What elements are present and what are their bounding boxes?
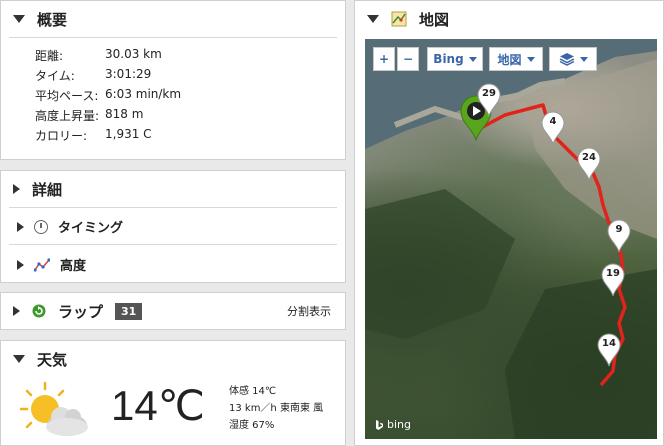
elevation-row[interactable]: 高度 xyxy=(17,255,86,274)
map-type-label: 地図 xyxy=(497,52,522,67)
elevation-gain-label: 高度上昇量: xyxy=(35,109,100,123)
divider xyxy=(9,207,337,208)
summary-row-calories: カロリー: 1,931 C xyxy=(35,127,152,144)
forest-area xyxy=(365,189,515,339)
laps-refresh-icon xyxy=(32,304,46,318)
km-marker-label: 14 xyxy=(602,338,616,349)
weather-details: 体感 14℃ 13 km／h 東南東 風 湿度 67% xyxy=(229,383,323,434)
zoom-out-button[interactable]: − xyxy=(397,47,419,71)
summary-row-elevation: 高度上昇量: 818 m xyxy=(35,107,143,124)
feels-like-text: 体感 14℃ xyxy=(229,386,277,397)
summary-row-pace: 平均ペース: 6:03 min/km xyxy=(35,87,181,104)
map-type-dropdown[interactable]: 地図 xyxy=(489,47,543,71)
km-marker-label: 4 xyxy=(549,116,557,127)
expand-triangle-icon[interactable] xyxy=(17,221,24,232)
km-marker[interactable]: 14 xyxy=(597,333,621,371)
details-panel: 詳細 タイミング 高度 xyxy=(0,170,346,283)
humidity-text: 湿度 67% xyxy=(229,420,275,431)
summary-title: 概要 xyxy=(37,10,68,29)
expand-triangle-icon[interactable] xyxy=(13,306,20,316)
timing-row[interactable]: タイミング xyxy=(17,217,123,236)
lap-count-badge: 31 xyxy=(115,302,143,320)
elevation-chart-icon xyxy=(34,257,50,272)
distance-value: 30.03 km xyxy=(105,47,162,61)
wind-text: 13 km／h 東南東 風 xyxy=(229,403,324,414)
details-title: 詳細 xyxy=(32,180,63,199)
laps-title: ラップ xyxy=(58,302,104,321)
km-marker-label: 29 xyxy=(482,88,496,99)
collapse-triangle-icon[interactable] xyxy=(13,355,25,363)
map-icon xyxy=(391,11,407,27)
map-provider-label: Bing xyxy=(433,52,464,66)
collapse-triangle-icon[interactable] xyxy=(367,15,379,23)
map-panel: 地図 + − Bing 地図 29 4 24 9 19 14 bing xyxy=(354,0,664,446)
temperature-value: 14℃ xyxy=(111,382,205,429)
zoom-in-button[interactable]: + xyxy=(373,47,395,71)
time-label: タイム: xyxy=(35,69,75,83)
km-marker[interactable]: 4 xyxy=(541,111,565,149)
km-marker[interactable]: 29 xyxy=(477,83,501,121)
km-marker[interactable]: 19 xyxy=(601,263,625,301)
distance-label: 距離: xyxy=(35,49,64,63)
weather-panel: 天気 14℃ 体感 14℃ 13 km／h 東南東 風 湿度 67% xyxy=(0,340,346,446)
weather-title: 天気 xyxy=(37,350,68,369)
summary-row-time: タイム: 3:01:29 xyxy=(35,67,151,84)
partly-cloudy-icon xyxy=(19,381,88,436)
bing-logo-icon xyxy=(376,419,383,430)
timing-label: タイミング xyxy=(58,221,124,236)
laps-header[interactable]: ラップ 31 xyxy=(1,293,143,329)
bing-attribution: bing xyxy=(375,418,411,431)
time-value: 3:01:29 xyxy=(105,67,152,81)
pace-label: 平均ペース: xyxy=(35,89,99,103)
chevron-down-icon xyxy=(468,56,477,62)
chevron-down-icon xyxy=(526,56,535,62)
layers-dropdown[interactable] xyxy=(549,47,597,71)
map-header[interactable]: 地図 xyxy=(355,1,663,37)
pace-value: 6:03 min/km xyxy=(105,87,182,101)
elevation-label: 高度 xyxy=(60,259,87,274)
km-marker-label: 24 xyxy=(582,152,596,163)
km-marker[interactable]: 9 xyxy=(607,219,631,257)
elevation-gain-value: 818 m xyxy=(105,107,144,121)
split-view-link[interactable]: 分割表示 xyxy=(287,303,331,319)
expand-triangle-icon[interactable] xyxy=(13,184,20,194)
collapse-triangle-icon[interactable] xyxy=(13,15,25,23)
map-title: 地図 xyxy=(419,10,450,29)
km-marker-label: 9 xyxy=(615,224,623,235)
summary-row-distance: 距離: 30.03 km xyxy=(35,47,162,64)
attribution-text: bing xyxy=(387,418,411,431)
clock-icon xyxy=(34,219,48,234)
calories-label: カロリー: xyxy=(35,129,88,143)
details-header[interactable]: 詳細 xyxy=(1,171,345,207)
calories-value: 1,931 C xyxy=(105,127,152,141)
divider xyxy=(9,244,337,245)
summary-header[interactable]: 概要 xyxy=(1,1,345,37)
map-provider-dropdown[interactable]: Bing xyxy=(427,47,483,71)
km-marker[interactable]: 24 xyxy=(577,147,601,185)
map-view[interactable]: + − Bing 地図 29 4 24 9 19 14 bing xyxy=(365,39,657,439)
divider xyxy=(9,37,337,38)
summary-panel: 概要 距離: 30.03 km タイム: 3:01:29 平均ペース: 6:03… xyxy=(0,0,346,160)
layers-icon xyxy=(559,53,574,66)
km-marker-label: 19 xyxy=(606,268,620,279)
forest-area xyxy=(505,269,657,439)
expand-triangle-icon[interactable] xyxy=(17,259,24,270)
chevron-down-icon xyxy=(579,56,588,62)
weather-header[interactable]: 天気 xyxy=(1,341,345,377)
laps-panel: ラップ 31 分割表示 xyxy=(0,292,346,330)
